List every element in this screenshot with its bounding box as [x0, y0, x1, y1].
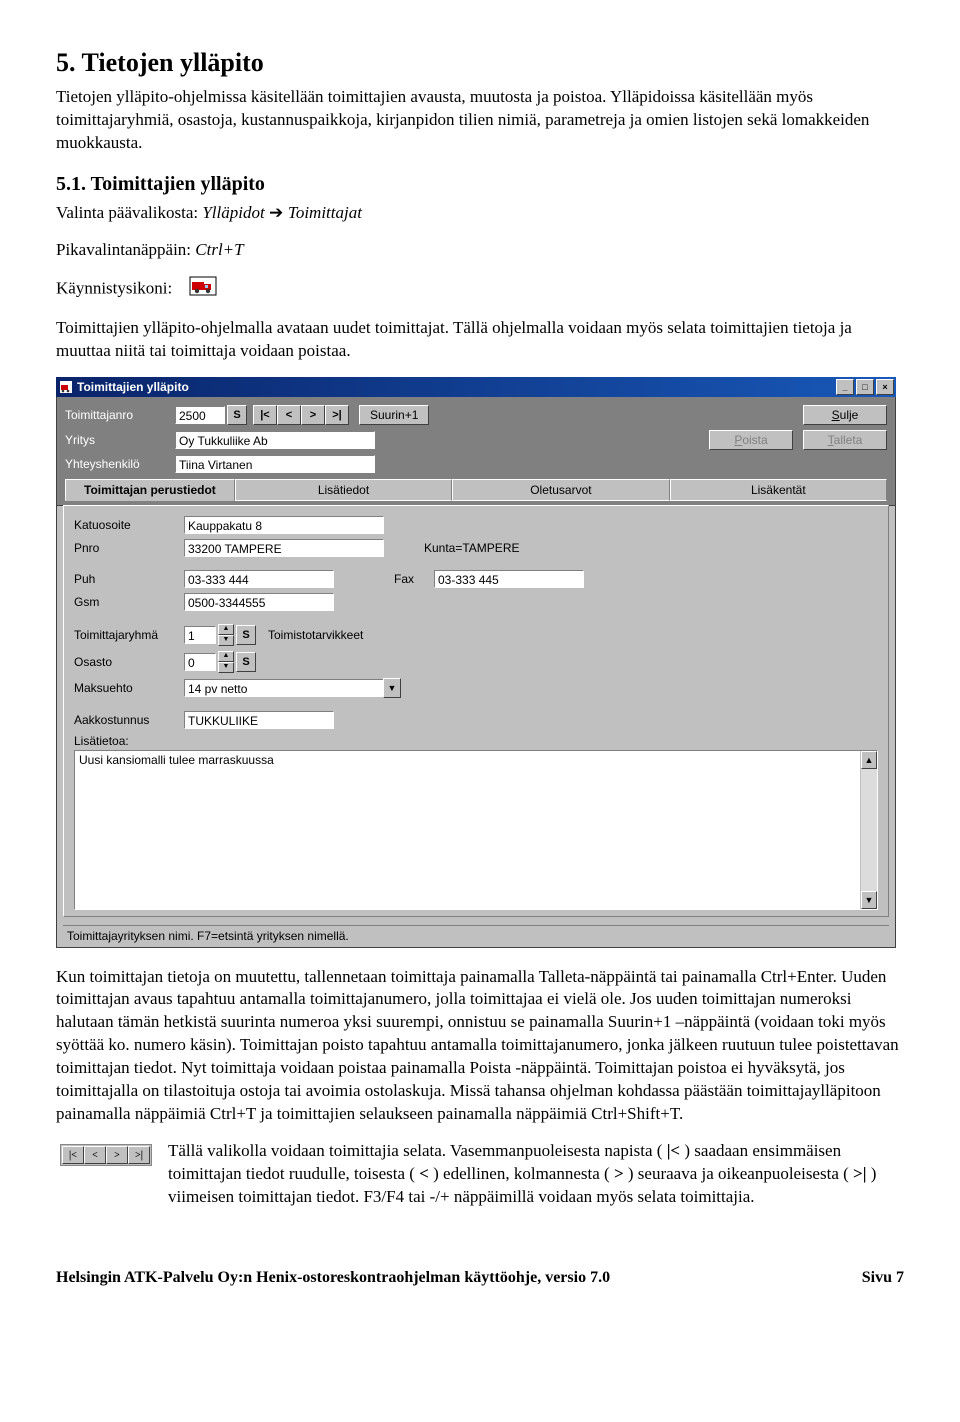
- nav-first[interactable]: |<: [253, 405, 277, 425]
- scroll-down-icon[interactable]: ▼: [861, 891, 877, 909]
- arrow-icon: ➔: [269, 203, 288, 222]
- label-yritys: Yritys: [65, 433, 175, 447]
- nav-txt-1: Tällä valikolla voidaan toimittajia sela…: [168, 1141, 662, 1160]
- text-ryhma: Toimistotarvikkeet: [268, 628, 363, 642]
- s-button-osasto[interactable]: S: [236, 652, 256, 672]
- truck-icon: [189, 276, 217, 303]
- heading-5: 5. Tietojen ylläpito: [56, 48, 904, 78]
- screenshot-window: Toimittajien ylläpito _ □ × Toimittajanr…: [56, 377, 896, 948]
- nav-next[interactable]: >: [301, 405, 325, 425]
- label-pnro: Pnro: [74, 541, 184, 555]
- label-osasto: Osasto: [74, 655, 184, 669]
- input-yritys[interactable]: Oy Tukkuliike Ab: [175, 431, 375, 449]
- label-fax: Fax: [394, 572, 434, 586]
- maximize-button[interactable]: □: [856, 379, 874, 395]
- nav-sym-last: >|: [853, 1164, 866, 1183]
- label-lisatietoa: Lisätietoa:: [74, 734, 184, 748]
- status-bar: Toimittajayrityksen nimi. F7=etsintä yri…: [63, 925, 889, 945]
- shortcut-line: Pikavalintanäppäin: Ctrl+T: [56, 239, 904, 262]
- dropdown-button-maksu[interactable]: ▼: [383, 678, 401, 698]
- nav-txt-3: ) edellinen, kolmannesta (: [433, 1164, 610, 1183]
- label-ryhma: Toimittajaryhmä: [74, 628, 184, 642]
- selection-line: Valinta päävalikosta: Ylläpidot ➔ Toimit…: [56, 202, 904, 225]
- input-yhteys[interactable]: Tiina Virtanen: [175, 455, 375, 473]
- para-after: Kun toimittajan tietoja on muutettu, tal…: [56, 966, 904, 1127]
- page-footer: Helsingin ATK-Palvelu Oy:n Henix-ostores…: [56, 1269, 904, 1287]
- selection-label: Valinta päävalikosta:: [56, 203, 202, 222]
- input-puh[interactable]: 03-333 444: [184, 570, 334, 588]
- scroll-up-icon[interactable]: ▲: [861, 751, 877, 769]
- tab-perustiedot[interactable]: Toimittajan perustiedot: [65, 479, 235, 501]
- nav-demo-icon: |< < > >|: [60, 1144, 152, 1166]
- tab-bar: Toimittajan perustiedot Lisätiedot Oletu…: [65, 479, 887, 501]
- selection-menu: Ylläpidot: [202, 203, 269, 222]
- label-katu: Katuosoite: [74, 518, 184, 532]
- input-ryhma[interactable]: 1: [184, 626, 216, 644]
- input-katu[interactable]: Kauppakatu 8: [184, 516, 384, 534]
- heading-5-1: 5.1. Toimittajien ylläpito: [56, 173, 904, 196]
- input-pnro[interactable]: 33200 TAMPERE: [184, 539, 384, 557]
- input-fax[interactable]: 03-333 445: [434, 570, 584, 588]
- tab-content: Katuosoite Kauppakatu 8 Pnro 33200 TAMPE…: [63, 505, 889, 917]
- nav-sym-prev: <: [419, 1164, 429, 1183]
- nav-sym-first: |<: [667, 1141, 680, 1160]
- para-5: Tietojen ylläpito-ohjelmissa käsitellään…: [56, 86, 904, 155]
- tab-oletusarvot[interactable]: Oletusarvot: [452, 479, 669, 501]
- label-nro: Toimittajanro: [65, 408, 175, 422]
- nav-txt-4: ) seuraava ja oikeanpuoleisesta (: [628, 1164, 849, 1183]
- textarea-lisatietoa[interactable]: Uusi kansiomalli tulee marraskuussa ▲ ▼: [74, 750, 878, 910]
- nav-explain-text: Tällä valikolla voidaan toimittajia sela…: [168, 1140, 904, 1209]
- sulje-button[interactable]: Sulje: [803, 405, 887, 425]
- spinner-osasto[interactable]: ▲▼: [218, 651, 234, 673]
- label-maksu: Maksuehto: [74, 681, 184, 695]
- tab-lisakentat[interactable]: Lisäkentät: [670, 479, 887, 501]
- label-puh: Puh: [74, 572, 184, 586]
- label-yhteys: Yhteyshenkilö: [65, 457, 175, 471]
- nav-demo-first: |<: [62, 1146, 84, 1164]
- nav-prev[interactable]: <: [277, 405, 301, 425]
- label-gsm: Gsm: [74, 595, 184, 609]
- input-nro[interactable]: 2500: [175, 406, 225, 424]
- talleta-button[interactable]: Talleta: [803, 430, 887, 450]
- launch-icon-line: Käynnistysikoni:: [56, 276, 904, 303]
- app-icon: [59, 380, 73, 394]
- nav-demo-next: >: [106, 1146, 128, 1164]
- label-kunta: Kunta=TAMPERE: [424, 541, 519, 555]
- input-osasto[interactable]: 0: [184, 653, 216, 671]
- input-gsm[interactable]: 0500-3344555: [184, 593, 334, 611]
- nav-last[interactable]: >|: [325, 405, 349, 425]
- launch-label: Käynnistysikoni:: [56, 278, 172, 297]
- nav-demo-prev: <: [84, 1146, 106, 1164]
- textarea-content: Uusi kansiomalli tulee marraskuussa: [79, 753, 274, 767]
- selection-item: Toimittajat: [288, 203, 362, 222]
- close-button[interactable]: ×: [876, 379, 894, 395]
- window-body: Toimittajanro 2500 S |< < > >| Suurin+1 …: [56, 397, 896, 948]
- footer-left: Helsingin ATK-Palvelu Oy:n Henix-ostores…: [56, 1269, 610, 1287]
- spinner-ryhma[interactable]: ▲▼: [218, 624, 234, 646]
- s-button-ryhma[interactable]: S: [236, 625, 256, 645]
- nav-explain-block: |< < > >| Tällä valikolla voidaan toimit…: [56, 1140, 904, 1209]
- intro-paragraph: Toimittajien ylläpito-ohjelmalla avataan…: [56, 317, 904, 363]
- s-button-nro[interactable]: S: [227, 405, 247, 425]
- input-akk[interactable]: TUKKULIIKE: [184, 711, 334, 729]
- titlebar: Toimittajien ylläpito _ □ ×: [56, 377, 896, 397]
- shortcut-label: Pikavalintanäppäin:: [56, 240, 195, 259]
- nav-demo-last: >|: [128, 1146, 150, 1164]
- tab-lisatiedot[interactable]: Lisätiedot: [235, 479, 452, 501]
- select-maksu[interactable]: 14 pv netto: [184, 679, 384, 697]
- minimize-button[interactable]: _: [836, 379, 854, 395]
- window-title: Toimittajien ylläpito: [77, 380, 834, 394]
- nav-sym-next: >: [614, 1164, 624, 1183]
- footer-right: Sivu 7: [862, 1269, 904, 1287]
- label-akk: Aakkostunnus: [74, 713, 184, 727]
- poista-button[interactable]: Poista: [709, 430, 793, 450]
- suurin-button[interactable]: Suurin+1: [359, 405, 429, 425]
- scrollbar[interactable]: ▲ ▼: [860, 751, 877, 909]
- shortcut-value: Ctrl+T: [195, 240, 243, 259]
- header-area: Toimittajanro 2500 S |< < > >| Suurin+1 …: [57, 397, 895, 506]
